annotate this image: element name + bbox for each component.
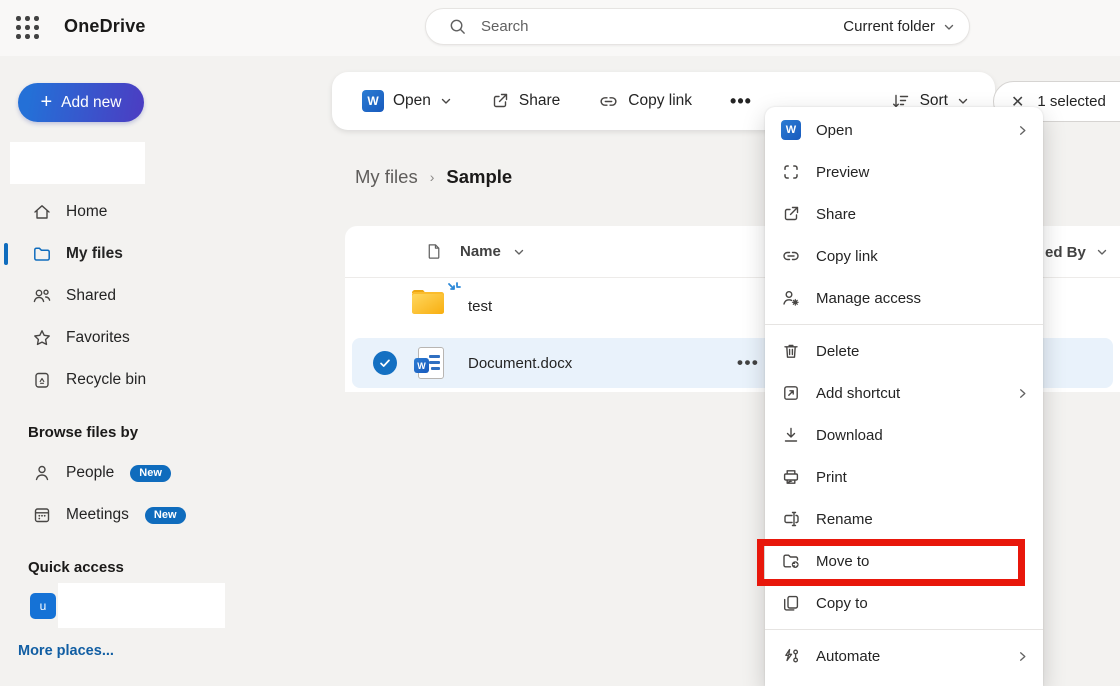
word-icon: W [362, 90, 384, 112]
menu-item-share[interactable]: Share [765, 193, 1043, 235]
top-header: OneDrive Search Current folder [0, 0, 1120, 56]
chevron-down-icon [957, 95, 969, 107]
sidebar-item-my-files[interactable]: My files [0, 233, 230, 275]
redacted-quick-access-name [58, 583, 225, 628]
share-icon [490, 91, 510, 111]
sidebar-item-favorites[interactable]: Favorites [0, 317, 230, 359]
selected-check-icon[interactable] [373, 351, 397, 375]
menu-item-move-to[interactable]: Move to [765, 540, 1043, 582]
sidebar-item-people[interactable]: People New [0, 452, 240, 494]
home-icon [32, 202, 52, 222]
download-icon [781, 425, 801, 445]
onedrive-app: OneDrive Search Current folder + Add new… [0, 0, 1120, 686]
sidebar-item-shared[interactable]: Shared [0, 275, 230, 317]
column-header-modified-by[interactable]: ed By [1045, 226, 1108, 278]
sidebar-item-home[interactable]: Home [0, 191, 230, 233]
folder-icon [32, 244, 52, 264]
copy-link-button[interactable]: Copy link [590, 85, 700, 118]
search-icon [448, 17, 467, 36]
more-places-link[interactable]: More places... [18, 643, 114, 659]
person-icon [32, 463, 52, 483]
automate-icon [781, 646, 801, 666]
menu-item-open[interactable]: W Open [765, 109, 1043, 151]
calendar-icon [32, 505, 52, 525]
star-icon [32, 328, 52, 348]
menu-separator [765, 629, 1043, 630]
open-button[interactable]: W Open [354, 84, 460, 118]
people-icon [32, 286, 52, 306]
sidebar-browse-section: People New Meetings New [0, 452, 240, 536]
breadcrumb-separator: › [430, 169, 435, 185]
chevron-right-icon [1016, 387, 1029, 400]
chevron-down-icon [1096, 246, 1108, 258]
add-new-button[interactable]: + Add new [18, 83, 144, 122]
browse-files-by-header: Browse files by [28, 424, 138, 441]
breadcrumb-current-folder: Sample [446, 166, 512, 188]
file-icon [425, 242, 444, 261]
sidebar-item-meetings[interactable]: Meetings New [0, 494, 240, 536]
app-launcher-icon[interactable] [16, 16, 40, 40]
menu-item-automate[interactable]: Automate [765, 635, 1043, 677]
chevron-right-icon [1016, 650, 1029, 663]
new-badge: New [145, 507, 186, 524]
add-shortcut-icon [781, 383, 801, 403]
search-scope-dropdown[interactable]: Current folder [843, 18, 955, 35]
selection-count-label: 1 selected [1037, 93, 1105, 110]
chevron-right-icon [1016, 124, 1029, 137]
sidebar-nav: Home My files Shared Favorites Recycle b… [0, 191, 230, 401]
preview-icon [781, 162, 801, 182]
menu-item-delete[interactable]: Delete [765, 330, 1043, 372]
search-placeholder: Search [481, 18, 529, 35]
breadcrumb-my-files[interactable]: My files [355, 166, 418, 188]
column-header-name[interactable]: Name [460, 243, 525, 260]
chevron-down-icon [513, 246, 525, 258]
menu-item-add-shortcut[interactable]: Add shortcut [765, 372, 1043, 414]
word-icon: W [781, 120, 801, 140]
move-to-icon [781, 551, 801, 571]
menu-item-copy-to[interactable]: Copy to [765, 582, 1043, 624]
folder-yellow-icon [410, 287, 446, 317]
recycle-bin-icon [32, 370, 52, 390]
breadcrumb: My files › Sample [355, 166, 512, 188]
menu-separator [765, 324, 1043, 325]
rename-icon [781, 509, 801, 529]
new-item-sparkle-icon [446, 281, 462, 297]
menu-item-rename[interactable]: Rename [765, 498, 1043, 540]
quick-access-header: Quick access [28, 559, 124, 576]
share-icon [781, 204, 801, 224]
word-document-icon: W [418, 347, 444, 379]
print-icon [781, 467, 801, 487]
menu-item-copy-link[interactable]: Copy link [765, 235, 1043, 277]
link-icon [598, 91, 619, 112]
redacted-account-name [10, 142, 145, 184]
file-name[interactable]: Document.docx [468, 355, 572, 372]
file-name[interactable]: test [468, 298, 492, 315]
delete-icon [781, 341, 801, 361]
manage-access-icon [781, 288, 801, 308]
menu-item-download[interactable]: Download [765, 414, 1043, 456]
menu-item-preview[interactable]: Preview [765, 151, 1043, 193]
plus-icon: + [40, 92, 52, 112]
app-title: OneDrive [64, 16, 146, 37]
chevron-down-icon [943, 21, 955, 33]
chevron-down-icon [440, 95, 452, 107]
context-menu: W Open Preview Share Copy link Manage ac… [765, 107, 1043, 686]
new-badge: New [130, 465, 171, 482]
quick-access-site-icon[interactable]: u [30, 593, 56, 619]
search-input[interactable]: Search Current folder [425, 8, 970, 45]
link-icon [781, 246, 801, 266]
toolbar-more-options-icon[interactable]: ••• [724, 91, 758, 112]
menu-item-manage-access[interactable]: Manage access [765, 277, 1043, 319]
row-more-options-icon[interactable]: ••• [737, 353, 759, 373]
sidebar-item-recycle-bin[interactable]: Recycle bin [0, 359, 230, 401]
copy-to-icon [781, 593, 801, 613]
menu-item-print[interactable]: Print [765, 456, 1043, 498]
share-button[interactable]: Share [482, 85, 568, 117]
